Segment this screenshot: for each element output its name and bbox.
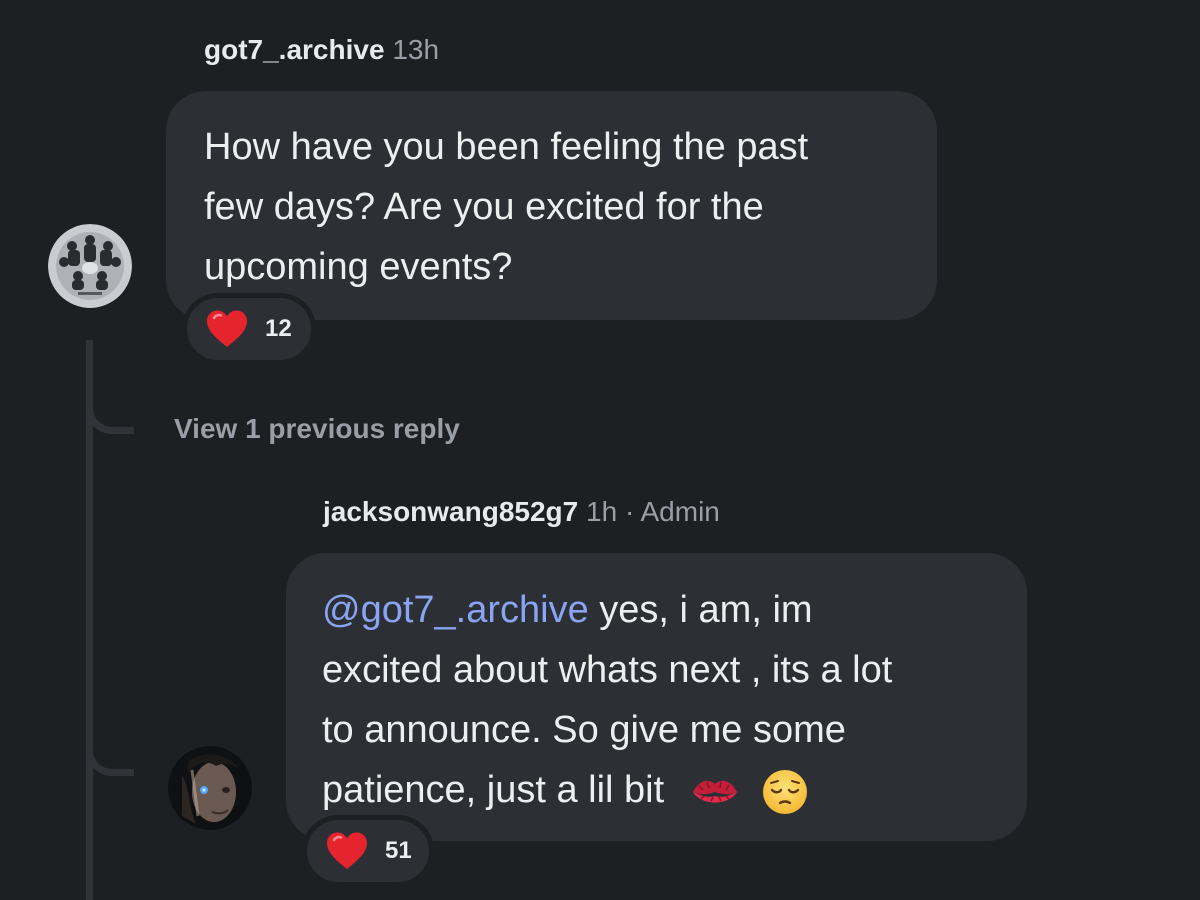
reply-author[interactable]: jacksonwang852g7 xyxy=(323,496,578,527)
comment-timestamp: 13h xyxy=(392,34,440,65)
reaction-pill[interactable]: 12 xyxy=(182,293,316,365)
thread-branch xyxy=(86,400,134,434)
mention-link[interactable]: @got7_.archive xyxy=(322,589,589,631)
reply-text-line: to announce. So give me some xyxy=(322,709,846,751)
reply-text-line: excited about whats next , its a lot xyxy=(322,649,893,691)
heart-icon xyxy=(327,832,367,869)
reply-text: yes, i am, im xyxy=(588,589,813,631)
portrait-avatar xyxy=(168,746,252,830)
reply-text-line: @got7_.archive yes, i am, im xyxy=(322,580,1027,640)
avatar[interactable] xyxy=(168,746,252,830)
kiss-mark-icon xyxy=(692,780,737,803)
reply-header: jacksonwang852g7 1h · Admin xyxy=(323,496,720,528)
comment-bubble: How have you been feeling the past few d… xyxy=(166,91,937,320)
comment-text-line: upcoming events? xyxy=(204,246,513,288)
comments-thread: got7_.archive 13h How have you been feel… xyxy=(0,0,1200,900)
reply-meta: 1h · Admin xyxy=(586,496,720,527)
comment-author[interactable]: got7_.archive xyxy=(204,34,385,65)
thread-branch xyxy=(86,742,134,776)
reply-text: patience, just a lil bit xyxy=(322,769,665,811)
reply-text-line: patience, just a lil bit xyxy=(322,760,1027,820)
avatar[interactable] xyxy=(48,224,132,308)
heart-icon xyxy=(207,310,247,347)
comment-header: got7_.archive 13h xyxy=(204,34,439,66)
reaction-pill[interactable]: 51 xyxy=(302,815,434,887)
reaction-count: 51 xyxy=(385,837,412,864)
pensive-face-icon xyxy=(763,769,808,814)
group-photo-avatar xyxy=(48,224,132,308)
view-previous-replies-link[interactable]: View 1 previous reply xyxy=(174,413,460,445)
comment-text-line: few days? Are you excited for the xyxy=(204,186,764,228)
comment-text-line: How have you been feeling the past xyxy=(204,126,809,168)
reaction-count: 12 xyxy=(265,315,292,342)
reply-bubble: @got7_.archive yes, i am, im excited abo… xyxy=(286,553,1027,841)
